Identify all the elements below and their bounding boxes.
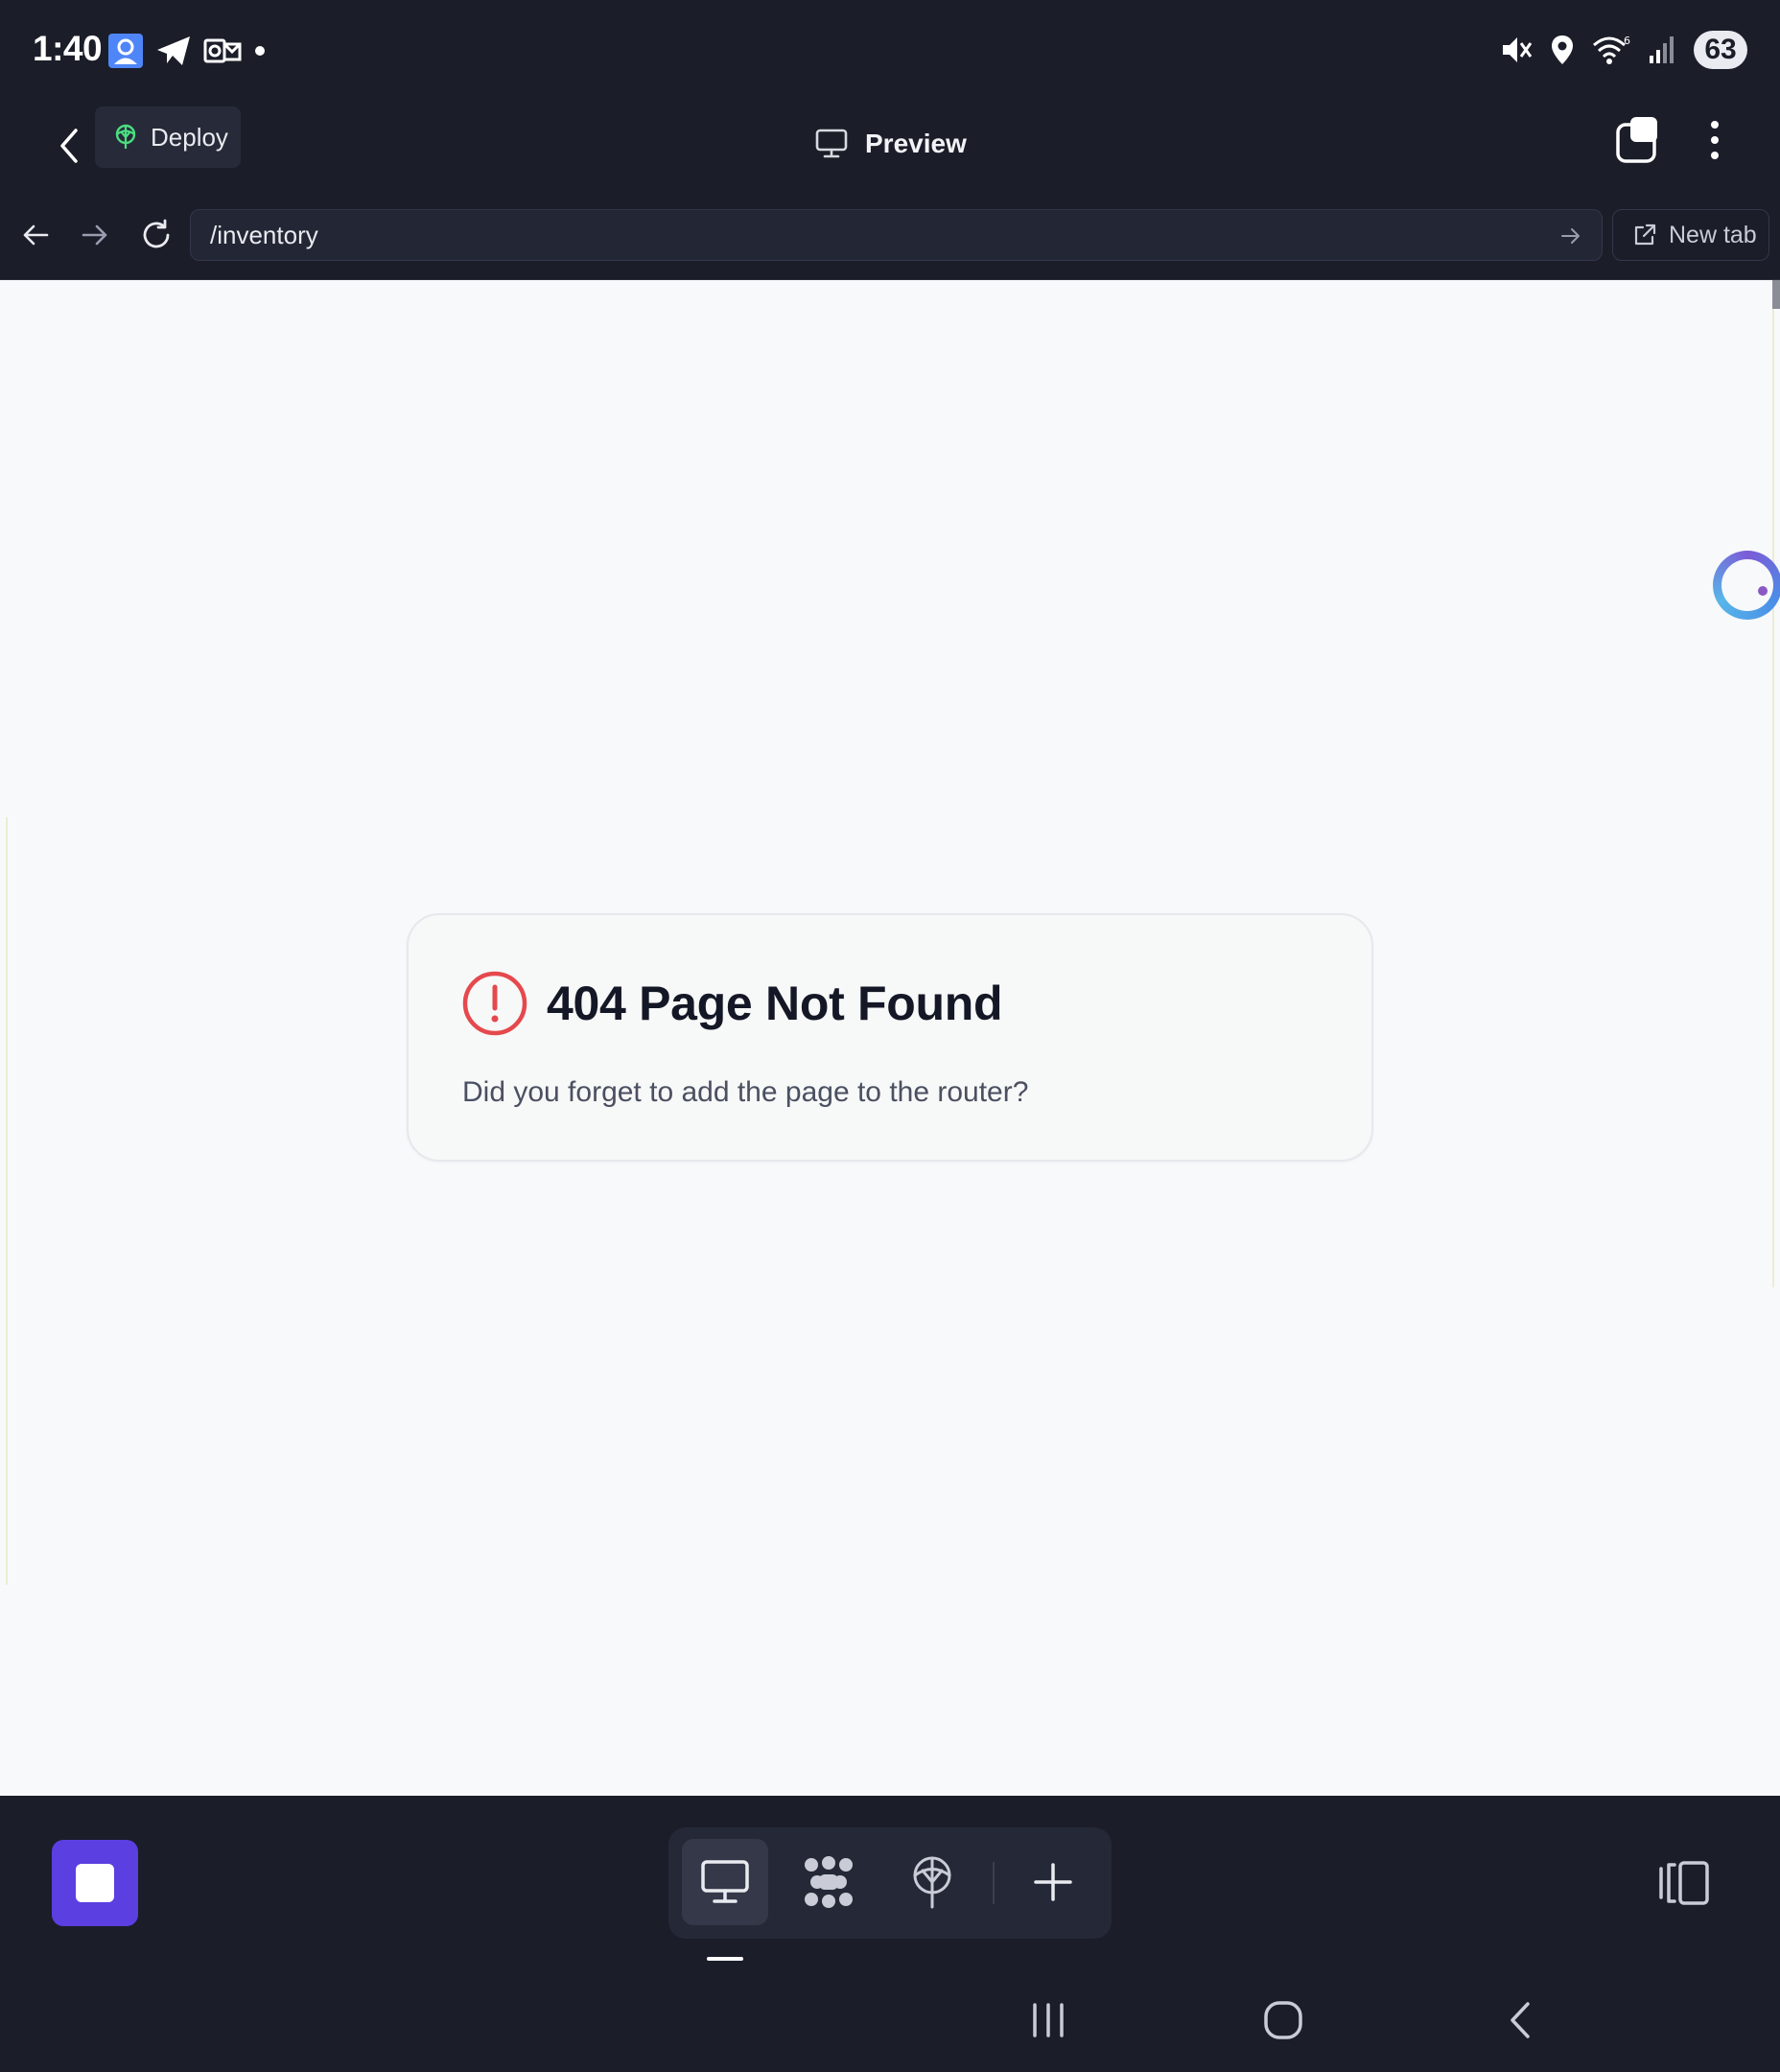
assistant-bubble[interactable]	[1713, 551, 1780, 620]
url-input[interactable]	[210, 220, 1514, 250]
arrow-left-icon	[23, 224, 49, 246]
chevron-left-icon	[1511, 2002, 1530, 2038]
mute-icon	[1503, 37, 1533, 62]
new-tab-button[interactable]: New tab	[1612, 209, 1769, 261]
split-view-icon	[1659, 1861, 1709, 1905]
url-bar[interactable]	[190, 209, 1603, 261]
error-title: 404 Page Not Found	[547, 977, 1003, 1030]
active-tool-indicator	[707, 1957, 743, 1961]
tool-workflows-button[interactable]	[785, 1839, 872, 1925]
tabs-icon	[1616, 117, 1657, 163]
more-dot	[1711, 121, 1719, 129]
system-nav-bar	[0, 1970, 1780, 2072]
svg-text:6: 6	[1624, 35, 1630, 47]
system-back-button[interactable]	[1490, 1995, 1548, 2045]
browser-back-button[interactable]	[13, 213, 58, 257]
battery-indicator: 63	[1694, 31, 1747, 69]
system-icons: 6 63	[1500, 31, 1747, 69]
notification-dot	[255, 46, 265, 56]
preview-title: Preview	[815, 119, 967, 169]
deploy-button[interactable]: Deploy	[95, 106, 241, 168]
signal-icon	[1650, 36, 1674, 63]
url-go-button[interactable]	[1554, 219, 1588, 253]
arrow-right-icon	[1561, 228, 1580, 244]
arrow-right-icon	[82, 224, 107, 246]
notification-icons	[107, 33, 267, 69]
more-dot	[1711, 136, 1719, 144]
monitor-icon	[815, 129, 848, 158]
left-edge-handle[interactable]	[0, 817, 8, 1585]
preview-viewport: 404 Page Not Found Did you forget to add…	[0, 280, 1780, 1796]
status-time: 1:40	[33, 29, 103, 68]
browser-bar: New tab	[0, 190, 1780, 280]
split-view-button[interactable]	[1655, 1855, 1713, 1911]
app-root: 1:40 6 63 Deploy Preview /inventory New …	[0, 0, 1780, 2072]
tool-switcher	[668, 1827, 1112, 1939]
status-bar: 1:40 6 63	[0, 0, 1780, 102]
deploy-icon	[913, 1856, 951, 1909]
bottom-toolbar	[0, 1796, 1780, 1970]
outlook-icon	[203, 38, 242, 63]
recent-apps-icon	[1033, 2003, 1064, 2037]
wifi-6-icon: 6	[1593, 35, 1630, 64]
scrollbar-track[interactable]	[1772, 280, 1780, 1287]
assistant-bubble-inner	[1721, 559, 1773, 611]
chevron-left-icon	[60, 129, 78, 163]
more-dot	[1711, 152, 1719, 159]
error-message: Did you forget to add the page to the ro…	[462, 1076, 1029, 1108]
external-link-icon	[1634, 224, 1656, 246]
home-button[interactable]	[1254, 1995, 1312, 2045]
home-icon	[1264, 2001, 1302, 2039]
stop-icon	[76, 1864, 114, 1902]
stop-button[interactable]	[52, 1840, 138, 1926]
assistant-dot	[1758, 586, 1768, 596]
reload-button[interactable]	[134, 213, 178, 257]
more-options-button[interactable]	[1692, 113, 1738, 167]
error-card: 404 Page Not Found Did you forget to add…	[407, 913, 1373, 1162]
recent-apps-button[interactable]	[1019, 1995, 1077, 2045]
telegram-icon	[157, 36, 190, 65]
tool-deploy-button[interactable]	[889, 1839, 975, 1925]
add-icon	[1034, 1863, 1072, 1901]
tool-preview-button[interactable]	[682, 1839, 768, 1925]
deploy-icon	[115, 124, 136, 149]
page-title: Preview	[865, 129, 967, 158]
error-card-header: 404 Page Not Found	[462, 971, 1003, 1036]
tool-divider	[993, 1862, 995, 1904]
reload-icon	[143, 219, 170, 248]
tabs-button[interactable]	[1613, 113, 1667, 167]
deploy-label: Deploy	[151, 122, 228, 152]
location-icon	[1552, 35, 1573, 64]
new-tab-label: New tab	[1669, 221, 1757, 248]
scrollbar-thumb[interactable]	[1772, 280, 1780, 309]
tool-add-button[interactable]	[1010, 1839, 1096, 1925]
browser-forward-button[interactable]	[73, 213, 117, 257]
alert-circle-icon	[462, 971, 527, 1036]
app-bar: Deploy Preview	[0, 102, 1780, 190]
contacts-app-icon	[108, 34, 143, 68]
back-button[interactable]	[42, 119, 96, 173]
workflows-icon	[805, 1856, 853, 1908]
preview-icon	[701, 1860, 749, 1903]
